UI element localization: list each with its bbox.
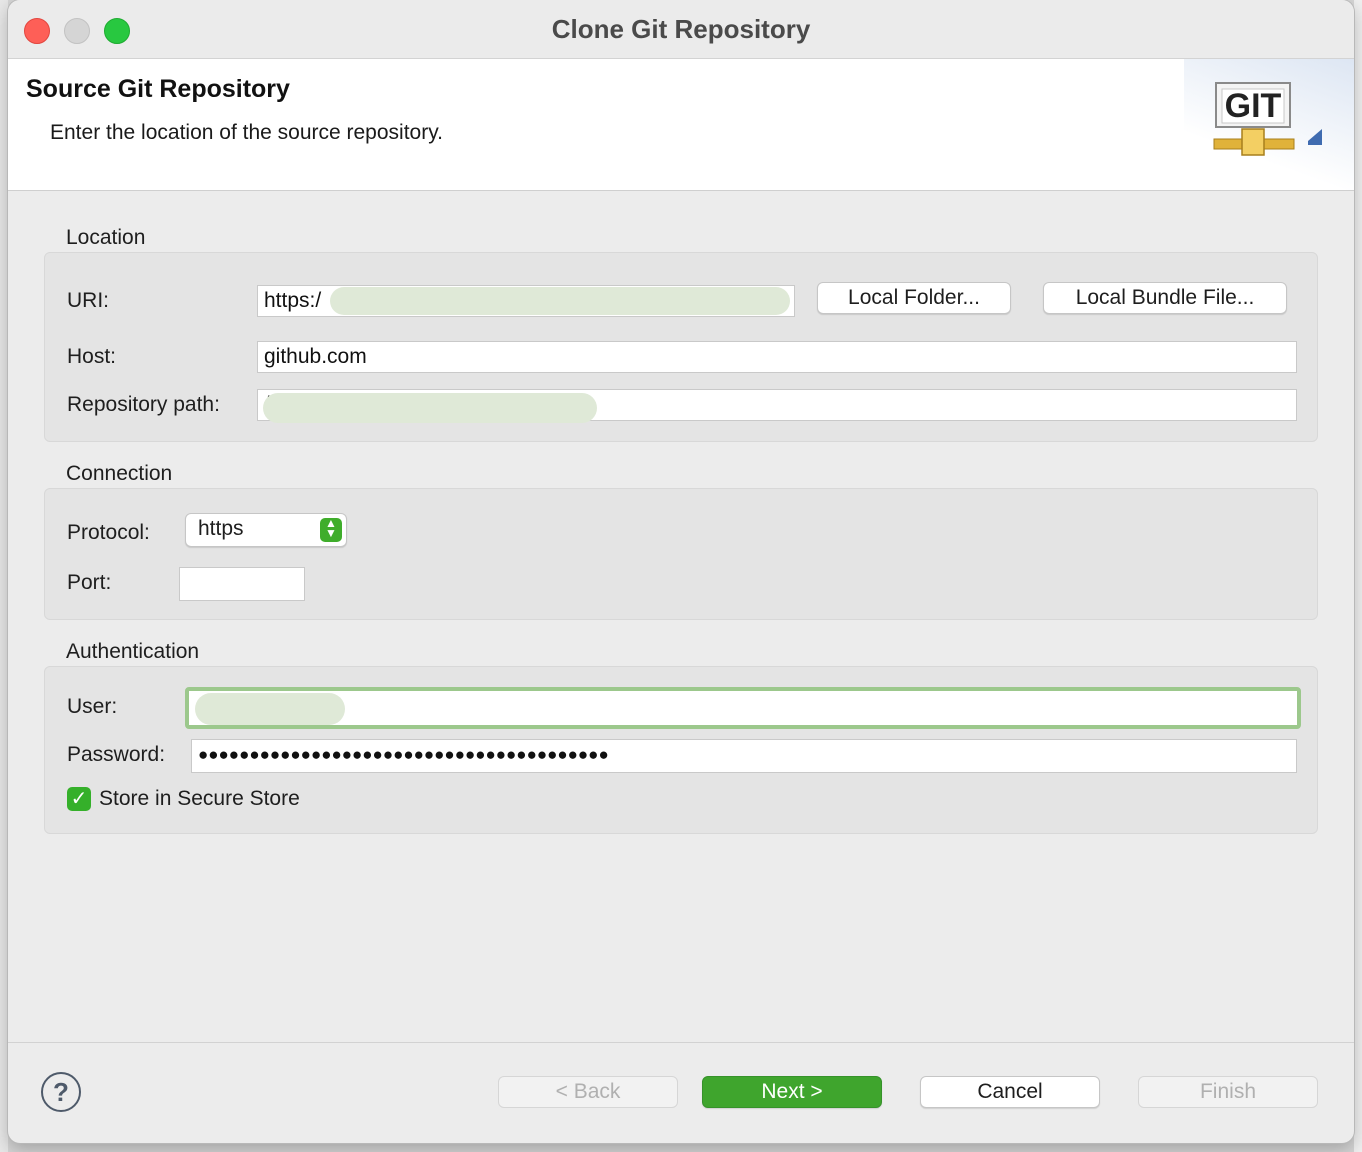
connection-section-label: Connection — [66, 462, 173, 485]
background-window-edge — [0, 0, 8, 1152]
next-button[interactable]: Next > — [702, 1076, 882, 1108]
help-icon[interactable]: ? — [41, 1072, 81, 1112]
finish-button[interactable]: Finish — [1138, 1076, 1318, 1108]
title-bar: Clone Git Repository — [8, 0, 1354, 59]
page-description: Enter the location of the source reposit… — [50, 121, 443, 144]
background-window-edge-right — [1354, 0, 1362, 1152]
connection-group: Protocol: https ▲ ▼ Port: — [44, 488, 1318, 620]
authentication-section-label: Authentication — [66, 640, 200, 663]
dialog-window: Clone Git Repository Source Git Reposito… — [8, 0, 1354, 1143]
select-stepper-icon: ▲ ▼ — [320, 517, 342, 542]
store-secure-checkbox[interactable]: ✓ — [67, 787, 91, 811]
page-title: Source Git Repository — [26, 75, 290, 103]
port-label: Port: — [67, 571, 112, 594]
uri-redaction — [330, 287, 790, 315]
authentication-group: User: 3 Password: ●●●●●●●●●●●●●●●●●●●●●●… — [44, 666, 1318, 834]
git-logo-icon: GIT — [1213, 82, 1322, 156]
host-label: Host: — [67, 345, 117, 368]
repository-path-label: Repository path: — [67, 393, 220, 416]
protocol-label: Protocol: — [67, 521, 150, 544]
password-value: ●●●●●●●●●●●●●●●●●●●●●●●●●●●●●●●●●●●●●●●● — [198, 745, 609, 764]
footer-separator — [8, 1042, 1354, 1043]
protocol-select[interactable]: https ▲ ▼ — [185, 513, 347, 547]
uri-label: URI: — [67, 289, 109, 312]
window-title: Clone Git Repository — [551, 14, 811, 44]
cancel-button[interactable]: Cancel — [920, 1076, 1100, 1108]
uri-value: https:/ — [264, 289, 322, 312]
local-bundle-file-button[interactable]: Local Bundle File... — [1043, 282, 1287, 314]
repository-path-redaction — [263, 393, 597, 423]
port-input[interactable] — [179, 567, 305, 601]
password-input[interactable]: ●●●●●●●●●●●●●●●●●●●●●●●●●●●●●●●●●●●●●●●● — [191, 739, 1297, 773]
host-value: github.com — [264, 345, 367, 368]
location-section-label: Location — [66, 226, 146, 249]
password-label: Password: — [67, 743, 166, 766]
back-button[interactable]: < Back — [498, 1076, 678, 1108]
user-label: User: — [67, 695, 118, 718]
wizard-header: Source Git Repository Enter the location… — [8, 59, 1354, 191]
store-secure-label: Store in Secure Store — [99, 787, 300, 810]
location-group: URI: https:/ Local Folder... Local Bundl… — [44, 252, 1318, 442]
user-redaction — [195, 693, 345, 725]
host-input[interactable]: github.com — [257, 341, 1297, 373]
checkmark-icon: ✓ — [70, 788, 88, 810]
git-logo-text: GIT — [1225, 87, 1282, 125]
local-folder-button[interactable]: Local Folder... — [817, 282, 1011, 314]
protocol-value: https — [198, 517, 244, 540]
user-input[interactable]: 3 — [185, 687, 1301, 729]
